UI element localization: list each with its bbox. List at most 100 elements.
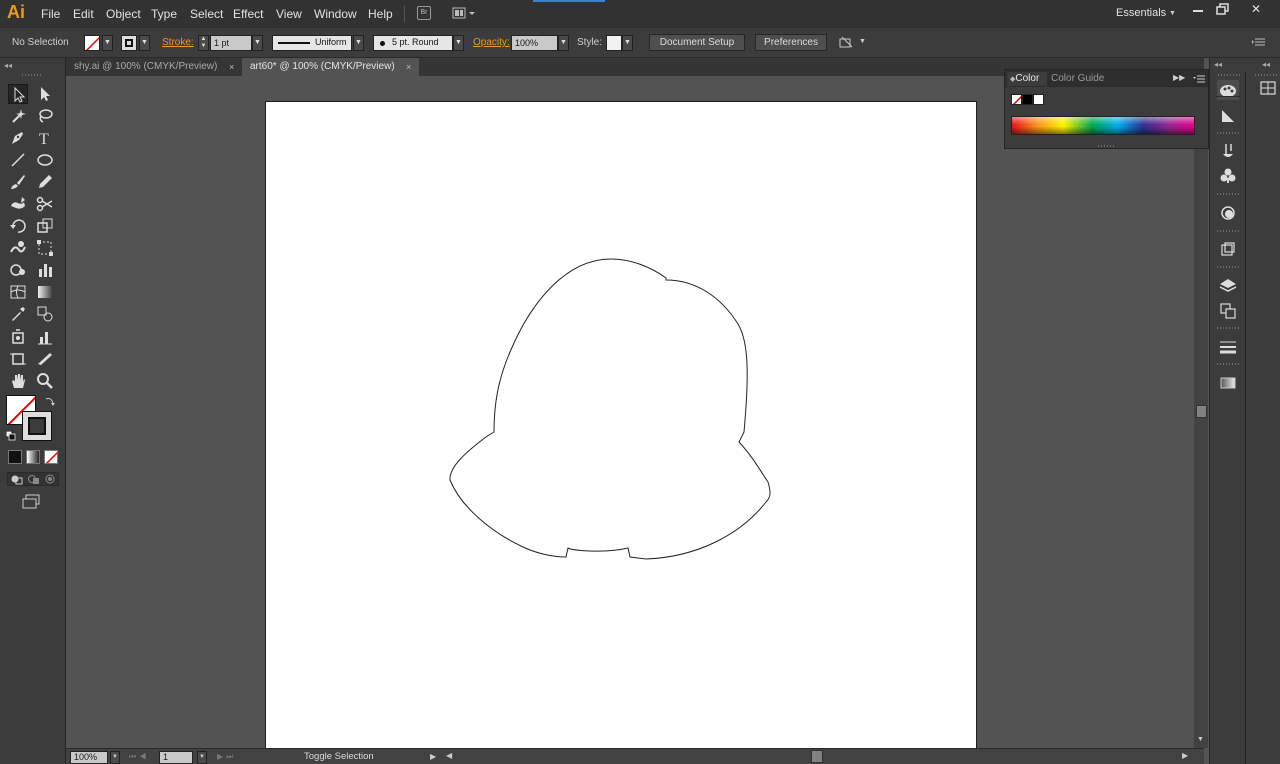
artboard-number-field[interactable]: 1 (159, 751, 193, 764)
line-tool-icon[interactable] (8, 150, 28, 170)
zoom-level-field[interactable]: 100% (70, 751, 108, 764)
stroke-swatch[interactable] (121, 35, 137, 51)
fill-swatch[interactable] (84, 35, 100, 51)
arrange-dropdown-icon[interactable]: ▼ (859, 38, 866, 45)
opacity-label[interactable]: Opacity: (473, 37, 510, 48)
artboard[interactable] (265, 101, 977, 748)
none-mode-icon[interactable] (44, 450, 58, 464)
dock-group-grip[interactable] (1217, 266, 1239, 268)
artboard-tool-icon[interactable] (8, 349, 28, 369)
stroke-weight-dropdown[interactable]: ▼ (252, 35, 263, 51)
swatches-grid-icon[interactable] (1257, 78, 1277, 98)
profile-dropdown[interactable]: ▼ (353, 35, 364, 51)
layers-icon[interactable] (1217, 276, 1239, 296)
tab-color[interactable]: ◆Color (1007, 72, 1047, 86)
stroke-weight-stepper[interactable]: ▲ ▼ (198, 35, 209, 51)
symbol-tool-icon[interactable] (8, 327, 28, 347)
toolbar-grip[interactable] (22, 74, 42, 76)
eyedropper-tool-icon[interactable] (8, 304, 28, 324)
draw-inside-icon[interactable] (44, 474, 58, 485)
stroke-dropdown[interactable]: ▼ (139, 35, 150, 51)
brush-dropdown[interactable]: ▼ (453, 35, 464, 51)
horizontal-scroll-thumb[interactable] (811, 750, 823, 763)
workspace-switcher[interactable]: Essentials (1116, 7, 1166, 19)
tab-shy-ai[interactable]: shy.ai @ 100% (CMYK/Preview) (66, 58, 242, 76)
dock-group-grip[interactable] (1217, 327, 1239, 329)
bridge-icon[interactable]: Br (417, 6, 431, 20)
dock-group-grip[interactable] (1217, 193, 1239, 195)
close-button[interactable]: ✕ (1246, 1, 1266, 17)
menu-select[interactable]: Select (190, 7, 223, 21)
graphic-style-swatch[interactable] (606, 35, 622, 51)
mesh-tool-icon[interactable] (8, 282, 28, 302)
scale-tool-icon[interactable] (35, 216, 55, 236)
panel-options-icon[interactable] (1193, 74, 1205, 84)
screen-mode-icon[interactable] (21, 494, 41, 510)
arrange-documents-icon[interactable] (452, 6, 476, 20)
selection-tool-icon[interactable] (8, 84, 28, 104)
column-graph-tool-icon[interactable] (35, 260, 55, 280)
preferences-button[interactable]: Preferences (755, 34, 827, 51)
zoom-dropdown[interactable]: ▼ (110, 751, 120, 764)
color-guide-icon[interactable] (1217, 106, 1239, 126)
blend-tool-icon[interactable] (35, 304, 55, 324)
graph-tool-icon[interactable] (35, 327, 55, 347)
panel-resize-grip[interactable] (1098, 145, 1114, 147)
collapse-panel-icon[interactable]: ▶▶ (1173, 73, 1185, 82)
scroll-right-arrow[interactable]: ▶ (1182, 751, 1188, 760)
rotate-tool-icon[interactable] (8, 216, 28, 236)
menu-view[interactable]: View (276, 7, 302, 21)
slice-tool-icon[interactable] (35, 349, 55, 369)
menu-effect[interactable]: Effect (233, 7, 263, 21)
white-swatch[interactable] (1033, 94, 1044, 105)
scroll-down-arrow[interactable]: ▼ (1197, 736, 1204, 743)
menu-object[interactable]: Object (106, 7, 141, 21)
symbol-sprayer-tool-icon[interactable] (8, 260, 28, 280)
opacity-field[interactable]: 100% (511, 35, 558, 51)
minimize-button[interactable] (1188, 1, 1208, 17)
menu-help[interactable]: Help (368, 7, 393, 21)
tab-art60[interactable]: art60* @ 100% (CMYK/Preview) (242, 58, 419, 76)
warp-tool-icon[interactable] (8, 238, 28, 258)
collapse-toolbar-icon[interactable]: ◂◂ (4, 61, 12, 70)
gradient-mode-icon[interactable] (26, 450, 40, 464)
pencil-tool-icon[interactable] (35, 172, 55, 192)
fill-dropdown[interactable]: ▼ (102, 35, 113, 51)
menu-file[interactable]: File (41, 7, 60, 21)
none-swatch[interactable] (1011, 94, 1022, 105)
free-transform-tool-icon[interactable] (35, 238, 55, 258)
dock-grip-2[interactable] (1255, 74, 1277, 76)
blob-brush-tool-icon[interactable] (8, 194, 28, 214)
stroke-color-indicator[interactable] (22, 411, 52, 441)
canvas-area[interactable] (66, 76, 1194, 748)
expand-dock-icon[interactable]: ◂◂ (1214, 60, 1222, 69)
document-setup-button[interactable]: Document Setup (649, 34, 745, 51)
menu-type[interactable]: Type (151, 7, 177, 21)
scroll-left-arrow[interactable]: ◀ (446, 751, 452, 760)
draw-behind-icon[interactable] (27, 474, 41, 485)
tab-close-icon[interactable]: × (229, 58, 234, 76)
status-menu-arrow[interactable]: ▶ (430, 752, 436, 761)
document-arrange-icon[interactable] (839, 36, 853, 50)
style-dropdown[interactable]: ▼ (622, 35, 633, 51)
paintbrush-tool-icon[interactable] (8, 172, 28, 192)
draw-normal-icon[interactable] (10, 474, 24, 485)
stroke-label[interactable]: Stroke: (162, 37, 194, 48)
tab-close-icon[interactable]: × (406, 58, 411, 76)
vector-shape[interactable] (266, 102, 978, 748)
artboards-icon[interactable] (1217, 301, 1239, 321)
black-swatch[interactable] (1022, 94, 1033, 105)
workspace-dropdown-icon[interactable]: ▼ (1169, 10, 1176, 17)
default-fill-stroke-icon[interactable] (5, 430, 16, 441)
horizontal-scrollbar[interactable]: ◀ ▶ (444, 749, 1204, 764)
transform-icon[interactable] (1217, 240, 1239, 260)
artboard-nav-first-prev[interactable]: ⏮◀ (129, 752, 149, 762)
color-panel-icon[interactable] (1217, 80, 1239, 100)
status-text[interactable]: Toggle Selection (304, 751, 374, 762)
expand-dock-icon-2[interactable]: ◂◂ (1262, 60, 1270, 69)
artboard-nav-next-last[interactable]: ▶⏭ (217, 752, 236, 762)
direct-selection-tool-icon[interactable] (35, 84, 55, 104)
gradient-tool-icon[interactable] (35, 282, 55, 302)
gradient-panel-icon[interactable] (1217, 373, 1239, 393)
menu-edit[interactable]: Edit (73, 7, 94, 21)
